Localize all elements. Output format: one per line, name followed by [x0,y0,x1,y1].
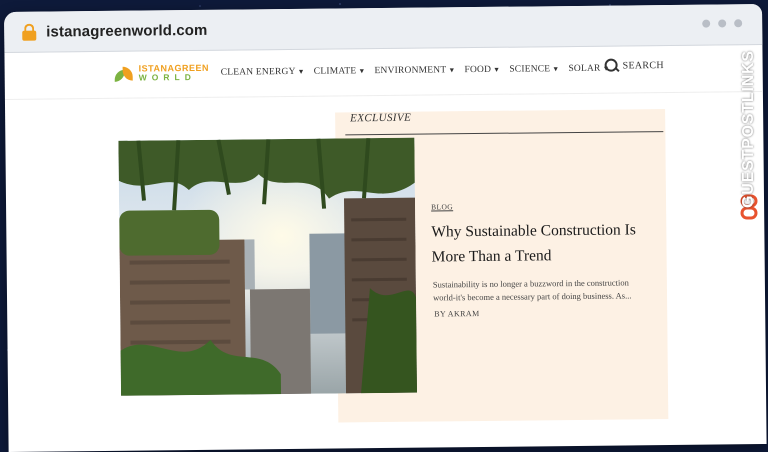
chevron-down-icon: ▼ [552,65,560,74]
site-logo[interactable]: ISTANAGREEN WORLD [114,63,210,84]
hero-image[interactable] [118,137,418,396]
nav-label: CLIMATE [313,66,357,77]
search-label: SEARCH [622,59,664,71]
lock-icon [22,23,37,41]
nav-item-environment[interactable]: ENVIRONMENT ▼ [374,65,455,76]
watermark-text: GUESTPOSTLINKS [740,50,757,208]
article-excerpt: Sustainability is no longer a buzzword i… [432,277,632,303]
section-label: EXCLUSIVE [350,111,412,125]
nav-item-clean-energy[interactable]: CLEAN ENERGY ▼ [221,67,305,78]
url-text[interactable]: istanagreenworld.com [46,21,207,40]
nav-label: SOLAR [568,63,601,75]
leaf-logo-icon [114,64,135,84]
search-icon [604,58,620,73]
nav-item-solar[interactable]: SOLAR ▼ [568,64,609,74]
nav-label: SCIENCE [509,64,551,75]
chevron-down-icon: ▼ [358,67,366,76]
chevron-down-icon: ▼ [493,65,501,74]
chevron-down-icon: ▼ [448,66,456,75]
browser-window: istanagreenworld.com ISTANAGREEN WORLD C… [4,4,767,452]
article-byline[interactable]: BY AKRAM [434,309,479,318]
category-tag[interactable]: BLOG [431,202,453,211]
nav-label: CLEAN ENERGY [220,66,296,78]
nav-item-climate[interactable]: CLIMATE ▼ [313,66,366,77]
window-controls [702,19,743,28]
site-header: ISTANAGREEN WORLD CLEAN ENERGY ▼ CLIMATE ▼… [4,45,763,100]
window-dot-icon[interactable] [734,19,743,28]
article-headline[interactable]: Why Sustainable Construction Is More Tha… [431,217,662,269]
main-nav: CLEAN ENERGY ▼ CLIMATE ▼ ENVIRONMENT ▼ FOOD… [221,64,610,78]
nav-item-science[interactable]: SCIENCE ▼ [509,64,560,75]
search-button[interactable]: SEARCH [604,58,664,73]
nav-item-food[interactable]: FOOD ▼ [464,65,500,75]
nav-label: ENVIRONMENT [374,65,447,77]
window-dot-icon[interactable] [702,19,711,28]
main-content: EXCLUSIVE BLOG Why Sustainable Construct… [5,92,767,452]
nav-label: FOOD [464,64,492,76]
logo-text-bottom: WORLD [138,71,196,83]
window-dot-icon[interactable] [718,19,727,28]
chevron-down-icon: ▼ [297,67,305,76]
